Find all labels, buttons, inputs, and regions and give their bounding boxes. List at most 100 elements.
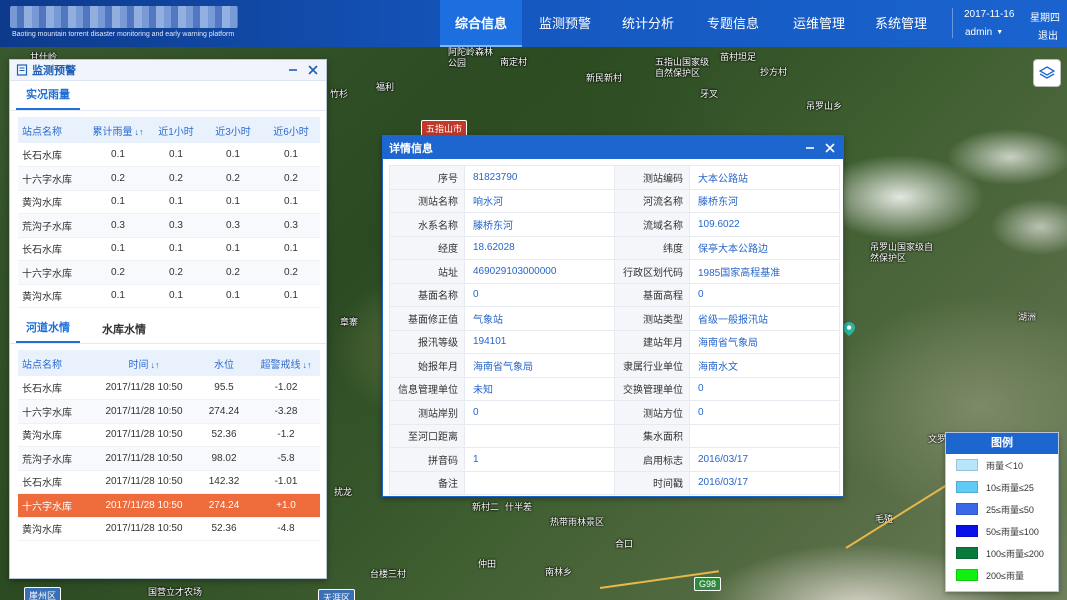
- map-label: 五指山国家级自然保护区: [655, 57, 710, 78]
- field-value: [689, 423, 840, 448]
- tab-river-water[interactable]: 河道水情: [16, 319, 80, 343]
- table-row[interactable]: 十六字水库 0.2 0.2 0.2 0.2: [18, 260, 320, 285]
- legend-label: 雨量＜10: [986, 460, 1024, 471]
- table-row[interactable]: 黄沟水库 2017/11/28 10:50 52.36 -4.8: [18, 517, 320, 541]
- field-value: 海南省气象局: [464, 353, 615, 378]
- map-label: 湖洲: [1018, 312, 1037, 322]
- table-row[interactable]: 长石水库 0.1 0.1 0.1 0.1: [18, 143, 320, 167]
- column-header-sortable[interactable]: 时间 ↓↑: [92, 350, 196, 376]
- district-badge: 天涯区: [318, 589, 356, 600]
- field-label: 启用标志: [614, 447, 690, 472]
- logout-link[interactable]: 退出: [1038, 27, 1058, 42]
- map-label: 热带雨林景区: [550, 517, 605, 527]
- minimize-icon[interactable]: [803, 141, 817, 155]
- column-header: 近1小时: [148, 117, 204, 143]
- dialog-title: 详情信息: [389, 142, 433, 155]
- legend-swatch: [956, 459, 978, 471]
- detail-row: 拼音码 1 启用标志 2016/03/17: [389, 447, 840, 472]
- field-label: 测站岸别: [389, 400, 465, 425]
- nav-monitor-warning[interactable]: 监测预警: [522, 0, 608, 47]
- map-label: 抄方村: [760, 67, 788, 77]
- field-label: 隶属行业单位: [614, 353, 690, 378]
- table-row[interactable]: 黄沟水库 0.1 0.1 0.1 0.1: [18, 284, 320, 308]
- sort-icon[interactable]: ↓↑: [151, 360, 160, 370]
- field-label: 时间戳: [614, 470, 690, 495]
- field-label: 拼音码: [389, 447, 465, 472]
- location-pin-icon[interactable]: [843, 322, 855, 336]
- panel-header: 监测预警: [10, 60, 326, 81]
- dialog-header[interactable]: 详情信息: [383, 136, 843, 159]
- table-row[interactable]: 长石水库 2017/11/28 10:50 95.5 -1.02: [18, 376, 320, 400]
- table-row[interactable]: 荒沟子水库 2017/11/28 10:50 98.02 -5.8: [18, 446, 320, 471]
- detail-row: 测站岸别 0 测站方位 0: [389, 400, 840, 425]
- nav-ops-management[interactable]: 运维管理: [778, 0, 860, 47]
- column-header: 站点名称: [18, 350, 92, 376]
- legend-swatch: [956, 481, 978, 493]
- map-label: 章寨: [340, 317, 359, 327]
- field-label: 流域名称: [614, 212, 690, 237]
- map-label: 福利: [376, 82, 395, 92]
- table-row[interactable]: 长石水库 2017/11/28 10:50 142.32 -1.01: [18, 470, 320, 494]
- map-label: 苗村坦足: [720, 52, 757, 62]
- field-label: 基面名称: [389, 282, 465, 307]
- field-label: 信息管理单位: [389, 376, 465, 401]
- field-value: 海南水文: [689, 353, 840, 378]
- field-value: 2016/03/17: [689, 470, 840, 495]
- table-row[interactable]: 长石水库 0.1 0.1 0.1 0.1: [18, 237, 320, 261]
- field-value: 1: [464, 447, 615, 472]
- table-row-alert[interactable]: 十六字水库 2017/11/28 10:50 274.24 +1.0: [18, 493, 320, 518]
- column-header-sortable[interactable]: 超警戒线 ↓↑: [252, 350, 320, 376]
- field-value: [464, 423, 615, 448]
- map-label: 什半差: [505, 502, 533, 512]
- field-label: 行政区划代码: [614, 259, 690, 284]
- field-label: 交换管理单位: [614, 376, 690, 401]
- detail-row: 至河口距离 集水面积: [389, 423, 840, 448]
- legend-item: 雨量＜10: [946, 454, 1058, 476]
- sort-icon[interactable]: ↓↑: [303, 360, 312, 370]
- nav-thematic-info[interactable]: 专题信息: [688, 0, 778, 47]
- nav-system-management[interactable]: 系统管理: [860, 0, 942, 47]
- nav-statistics[interactable]: 统计分析: [608, 0, 688, 47]
- legend-label: 10≤雨量≤25: [986, 482, 1034, 493]
- user-menu[interactable]: admin ▼: [965, 27, 1003, 38]
- field-label: 经度: [389, 235, 465, 260]
- map-label: 合口: [615, 539, 634, 549]
- field-value: 响水河: [464, 188, 615, 213]
- detail-row: 始报年月 海南省气象局 隶属行业单位 海南水文: [389, 353, 840, 378]
- tab-reservoir-water[interactable]: 水库水情: [92, 321, 156, 343]
- table-row[interactable]: 荒沟子水库 0.3 0.3 0.3 0.3: [18, 213, 320, 238]
- legend-label: 25≤雨量≤50: [986, 504, 1034, 515]
- field-value: 1985国家高程基准: [689, 259, 840, 284]
- map-label: 阿陀岭森林公园: [448, 47, 494, 68]
- map-label: 国营立才农场: [148, 587, 203, 597]
- table-row[interactable]: 黄沟水库 2017/11/28 10:50 52.36 -1.2: [18, 423, 320, 447]
- minimize-icon[interactable]: [286, 63, 300, 77]
- current-date: 2017-11-16: [964, 9, 1015, 20]
- water-tabbar: 河道水情 水库水情: [10, 314, 326, 344]
- legend-item: 100≤雨量≤200: [946, 542, 1058, 564]
- detail-row: 报汛等级 194101 建站年月 海南省气象局: [389, 329, 840, 354]
- nav-comprehensive-info[interactable]: 综合信息: [440, 0, 522, 47]
- map-label: 吊罗山乡: [806, 101, 843, 111]
- map-label: 台楼三村: [370, 569, 407, 579]
- close-icon[interactable]: [306, 63, 320, 77]
- field-value: 保亭大本公路边: [689, 235, 840, 260]
- table-row[interactable]: 黄沟水库 0.1 0.1 0.1 0.1: [18, 190, 320, 214]
- field-label: 站址: [389, 259, 465, 284]
- field-value: 省级一般报汛站: [689, 306, 840, 331]
- tab-live-rainfall[interactable]: 实况雨量: [16, 86, 80, 110]
- column-header-sortable[interactable]: 累计雨量 ↓↑: [88, 117, 148, 143]
- document-icon: [16, 64, 28, 76]
- legend-swatch: [956, 503, 978, 515]
- close-icon[interactable]: [823, 141, 837, 155]
- field-label: 序号: [389, 165, 465, 190]
- sort-icon[interactable]: ↓↑: [135, 127, 144, 137]
- table-row[interactable]: 十六字水库 2017/11/28 10:50 274.24 -3.28: [18, 399, 320, 424]
- detail-dialog: 详情信息 序号 81823790 测站编码 大本公路站 测站名称 响水河 河流名称 滕桥东河水…: [382, 135, 844, 497]
- field-value: 大本公路站: [689, 165, 840, 190]
- field-label: 集水面积: [614, 423, 690, 448]
- detail-row: 基面修正值 气象站 测站类型 省级一般报汛站: [389, 306, 840, 331]
- current-weekday: 星期四: [1030, 13, 1060, 24]
- table-row[interactable]: 十六字水库 0.2 0.2 0.2 0.2: [18, 166, 320, 191]
- layers-button[interactable]: [1033, 59, 1061, 87]
